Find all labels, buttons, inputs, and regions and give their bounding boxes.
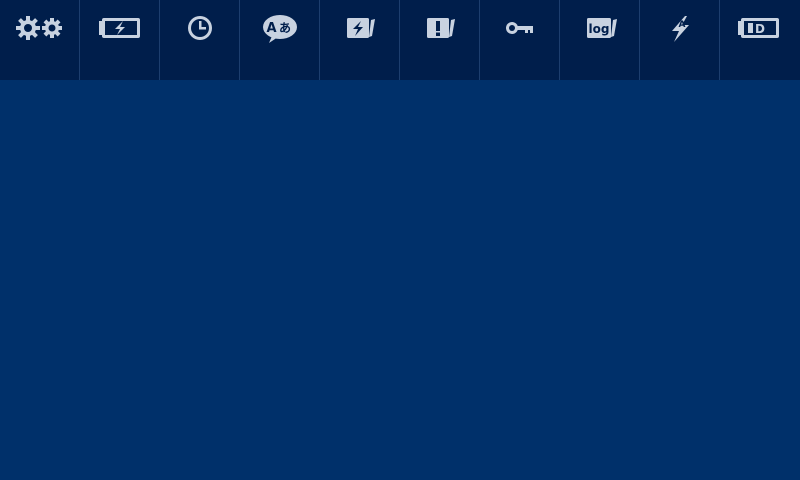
- log-icon-label: log: [588, 22, 609, 36]
- auto-flash-button[interactable]: A: [640, 0, 720, 80]
- language-latin-glyph: A: [266, 21, 276, 36]
- battery-button[interactable]: [80, 0, 160, 80]
- settings-gears-icon: [15, 16, 62, 40]
- log-button[interactable]: log: [560, 0, 640, 80]
- auto-flash-icon: A: [671, 16, 689, 42]
- language-kana-glyph: あ: [279, 21, 291, 35]
- alert-cards-button[interactable]: [400, 0, 480, 80]
- auto-flash-label: A: [678, 20, 685, 30]
- alert-cards-icon: [426, 18, 455, 38]
- language-button[interactable]: A あ: [240, 0, 320, 80]
- top-toolbar: A あ log A D: [0, 0, 800, 80]
- clock-button[interactable]: [160, 0, 240, 80]
- flash-cards-icon: [346, 18, 375, 38]
- battery-d-label: D: [755, 22, 765, 36]
- log-icon: log: [586, 18, 617, 38]
- main-content-area: [0, 80, 800, 480]
- key-icon: [505, 22, 533, 34]
- battery-d-button[interactable]: D: [720, 0, 800, 80]
- language-icon: A あ: [262, 15, 297, 43]
- flash-cards-button[interactable]: [320, 0, 400, 80]
- clock-icon: [187, 16, 212, 40]
- battery-charging-icon: [98, 18, 140, 38]
- settings-button[interactable]: [0, 0, 80, 80]
- key-button[interactable]: [480, 0, 560, 80]
- battery-d-icon: D: [738, 18, 779, 38]
